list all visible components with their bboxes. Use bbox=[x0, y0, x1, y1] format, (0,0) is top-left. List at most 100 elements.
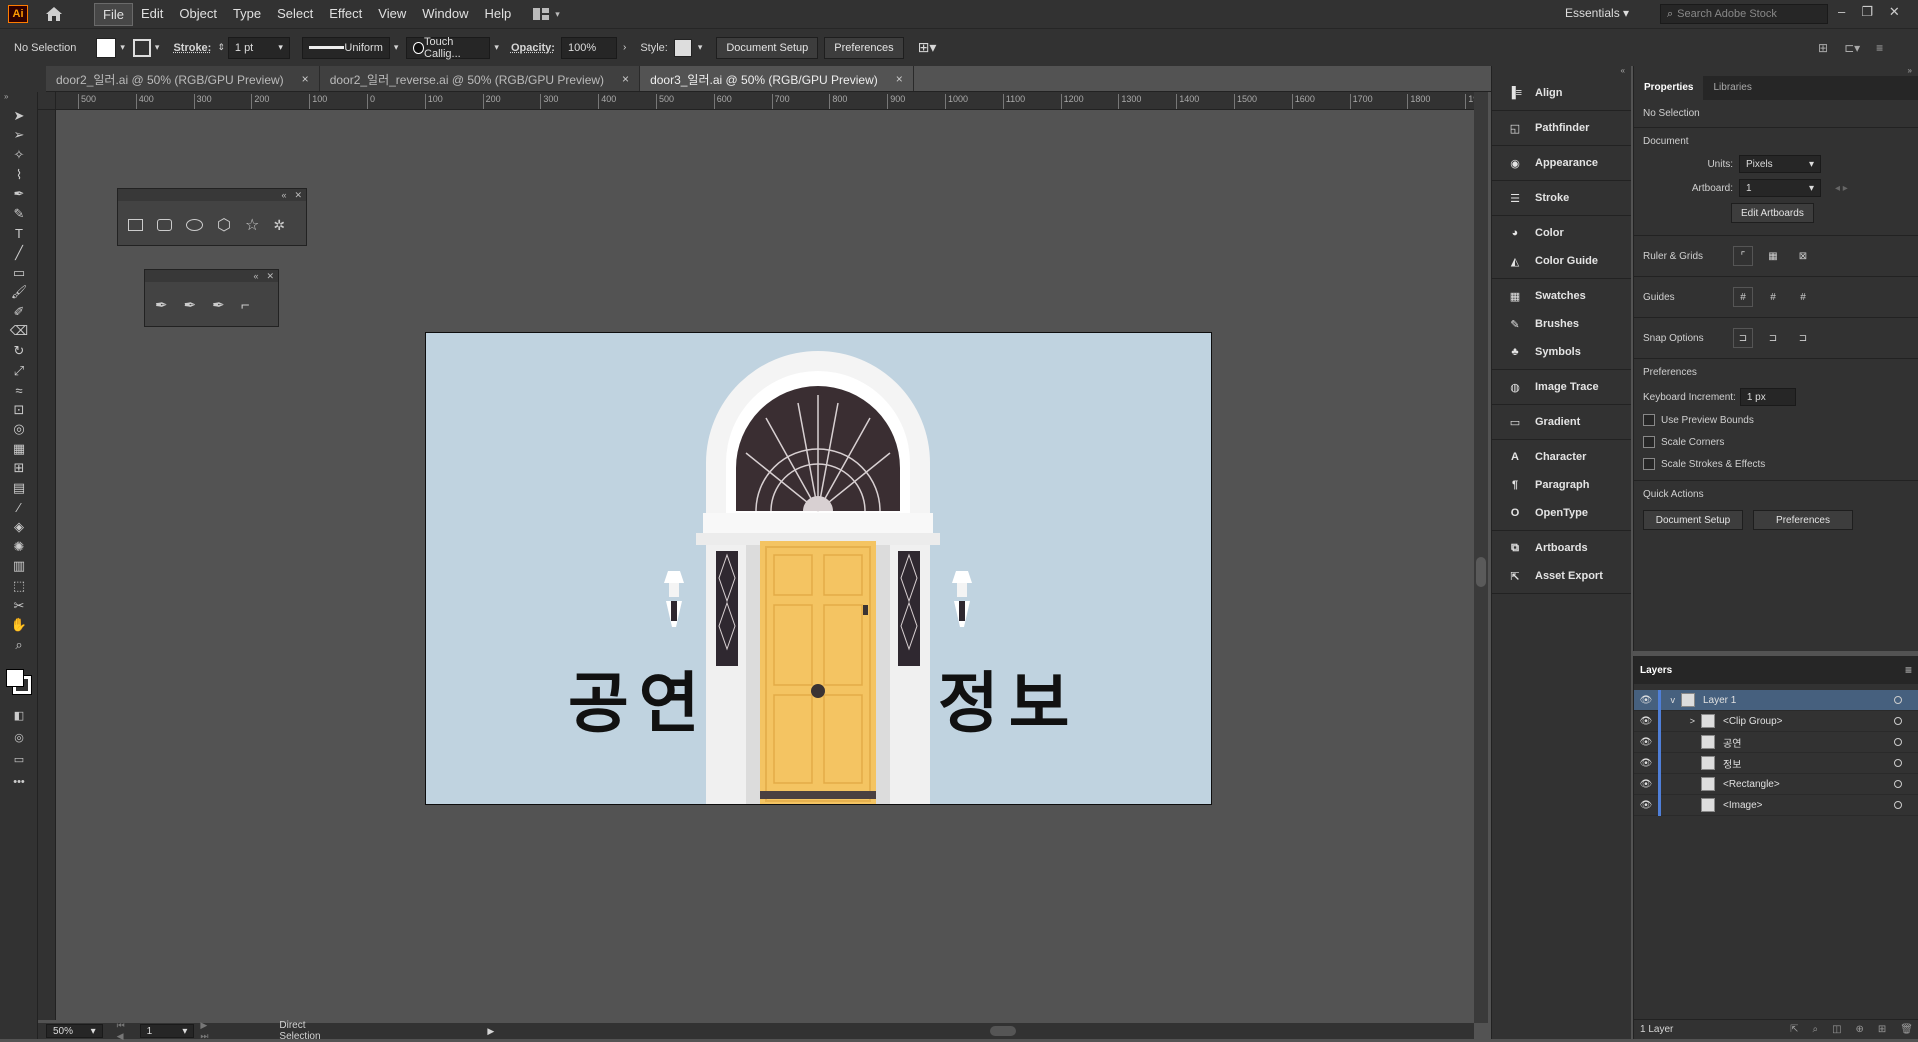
ellipse-tool-icon[interactable] bbox=[186, 219, 203, 231]
stroke-stepper[interactable]: ⇕ bbox=[217, 42, 225, 53]
close-tab-icon[interactable]: × bbox=[622, 72, 629, 86]
panel-character[interactable]: A Character bbox=[1492, 443, 1631, 471]
scroll-thumb[interactable] bbox=[1476, 557, 1486, 587]
panel-symbols[interactable]: ♣ Symbols bbox=[1492, 338, 1631, 366]
slice-tool-icon[interactable]: ✂ bbox=[0, 596, 38, 616]
document-setup-button[interactable]: Document Setup bbox=[716, 36, 819, 59]
snap-to-pixel-icon[interactable]: ⊐ bbox=[1793, 328, 1813, 348]
panel-opentype[interactable]: O OpenType bbox=[1492, 499, 1631, 527]
workspace-switcher[interactable]: Essentials ▾ bbox=[1565, 6, 1629, 20]
brush-definition[interactable]: Touch Callig... bbox=[406, 36, 491, 60]
shape-builder-tool-icon[interactable]: ◎ bbox=[0, 420, 38, 440]
collapse-panel-icon[interactable]: « bbox=[281, 190, 286, 200]
panel-stroke[interactable]: ☰ Stroke bbox=[1492, 184, 1631, 212]
target-circle-icon[interactable] bbox=[1894, 780, 1902, 788]
delete-layer-icon[interactable]: 🗑 bbox=[1900, 1024, 1913, 1035]
panel-align[interactable]: ▐≡ Align bbox=[1492, 79, 1631, 107]
paintbrush-tool-icon[interactable]: 🖌 bbox=[0, 282, 38, 302]
units-dropdown[interactable]: Pixels ▾ bbox=[1739, 155, 1821, 173]
rectangle-tool-icon[interactable]: ▭ bbox=[0, 263, 38, 283]
opacity-label[interactable]: Opacity: bbox=[511, 42, 555, 54]
artboard-text-left[interactable]: 공연 bbox=[568, 650, 709, 746]
panel-menu-icon[interactable]: ≡ bbox=[1876, 41, 1883, 55]
menu-item-edit[interactable]: Edit bbox=[133, 3, 171, 26]
panel-appearance[interactable]: ◉ Appearance bbox=[1492, 149, 1631, 177]
symbol-sprayer-tool-icon[interactable]: ✺ bbox=[0, 537, 38, 557]
new-layer-icon[interactable]: ⊞ bbox=[1878, 1024, 1886, 1035]
isolate-icon[interactable]: ⊏▾ bbox=[1844, 41, 1860, 55]
menu-item-effect[interactable]: Effect bbox=[321, 3, 370, 26]
target-circle-icon[interactable] bbox=[1894, 717, 1902, 725]
clipping-mask-icon[interactable]: ◫ bbox=[1832, 1024, 1841, 1035]
profile-dropdown-icon[interactable]: ▾ bbox=[394, 42, 399, 53]
snap-to-point-icon[interactable]: ⊐ bbox=[1733, 328, 1753, 348]
layer-name[interactable]: <Image> bbox=[1723, 800, 1762, 811]
polygon-tool-icon[interactable]: ⬡ bbox=[217, 215, 231, 235]
close-panel-icon[interactable]: ✕ bbox=[266, 271, 274, 282]
artboard-arrows-icon[interactable]: ◂ ▸ bbox=[1835, 183, 1848, 194]
target-circle-icon[interactable] bbox=[1894, 696, 1902, 704]
minimize-icon[interactable]: – bbox=[1838, 4, 1845, 20]
close-tab-icon[interactable]: × bbox=[302, 72, 309, 86]
stroke-swatch[interactable] bbox=[132, 38, 151, 57]
snap-to-grid-icon[interactable]: ⊐ bbox=[1763, 328, 1783, 348]
visibility-eye-icon[interactable]: 👁 bbox=[1634, 800, 1658, 811]
layer-name[interactable]: <Rectangle> bbox=[1723, 779, 1780, 790]
edit-artboards-button[interactable]: Edit Artboards bbox=[1731, 203, 1814, 223]
grid-icon[interactable]: ▦ bbox=[1763, 246, 1783, 266]
magic-wand-tool-icon[interactable]: ✧ bbox=[0, 145, 38, 165]
curvature-tool-icon[interactable]: ✎ bbox=[0, 204, 38, 224]
menu-item-help[interactable]: Help bbox=[476, 3, 519, 26]
layers-tab[interactable]: Layers bbox=[1640, 665, 1672, 676]
eyedropper-tool-icon[interactable]: ⁄ bbox=[0, 498, 38, 518]
close-tab-icon[interactable]: × bbox=[896, 72, 903, 86]
target-circle-icon[interactable] bbox=[1894, 759, 1902, 767]
close-icon[interactable]: ✕ bbox=[1889, 4, 1900, 20]
opacity-arrow-icon[interactable]: › bbox=[623, 42, 626, 53]
menu-item-view[interactable]: View bbox=[370, 3, 414, 26]
hscroll-thumb[interactable] bbox=[990, 1026, 1017, 1036]
collapse-panel-icon[interactable]: « bbox=[253, 271, 258, 281]
panel-asset-export[interactable]: ⇱ Asset Export bbox=[1492, 562, 1631, 590]
show-guides-icon[interactable]: # bbox=[1733, 287, 1753, 307]
panel-paragraph[interactable]: ¶ Paragraph bbox=[1492, 471, 1631, 499]
artboard-tool-icon[interactable]: ⬚ bbox=[0, 576, 38, 596]
document-tab[interactable]: door3_일러.ai @ 50% (RGB/GPU Preview) × bbox=[640, 66, 914, 92]
menu-item-type[interactable]: Type bbox=[225, 3, 269, 26]
perspective-grid-tool-icon[interactable]: ▦ bbox=[0, 439, 38, 459]
arrange-documents-icon[interactable]: ▾ bbox=[533, 8, 560, 20]
layer-row[interactable]: 👁 <Image> bbox=[1634, 794, 1918, 816]
collapse-dock-icon[interactable]: « bbox=[1492, 66, 1631, 76]
ruler-origin[interactable] bbox=[38, 92, 56, 110]
rotate-tool-icon[interactable]: ↻ bbox=[0, 341, 38, 361]
visibility-eye-icon[interactable]: 👁 bbox=[1634, 758, 1658, 769]
width-tool-icon[interactable]: ≈ bbox=[0, 380, 38, 400]
stock-search[interactable]: ⌕ Search Adobe Stock bbox=[1660, 4, 1828, 24]
collapse-props-icon[interactable]: » bbox=[1634, 66, 1918, 76]
blend-tool-icon[interactable]: ◈ bbox=[0, 517, 38, 537]
document-tab[interactable]: door2_일러_reverse.ai @ 50% (RGB/GPU Previ… bbox=[319, 66, 641, 92]
locate-object-icon[interactable]: ⌕ bbox=[1812, 1024, 1818, 1035]
keyboard-increment-field[interactable]: 1 px bbox=[1739, 388, 1796, 406]
tab-properties[interactable]: Properties bbox=[1634, 76, 1704, 100]
eraser-tool-icon[interactable]: ⌫ bbox=[0, 322, 38, 342]
gradient-tool-icon[interactable]: ▤ bbox=[0, 478, 38, 498]
layers-menu-icon[interactable]: ≡ bbox=[1905, 663, 1912, 677]
use-preview-bounds-checkbox[interactable] bbox=[1643, 414, 1655, 426]
menu-item-select[interactable]: Select bbox=[269, 3, 321, 26]
shaper-tool-icon[interactable]: ✐ bbox=[0, 302, 38, 322]
direct-selection-tool-icon[interactable]: ➢ bbox=[0, 126, 38, 146]
vertical-ruler[interactable] bbox=[38, 110, 56, 1020]
type-tool-icon[interactable]: T bbox=[0, 224, 38, 244]
panel-color[interactable]: ◕ Color bbox=[1492, 219, 1631, 247]
lock-guides-icon[interactable]: # bbox=[1763, 287, 1783, 307]
layer-row[interactable]: 👁 공연 bbox=[1634, 731, 1918, 753]
target-circle-icon[interactable] bbox=[1894, 738, 1902, 746]
menu-item-window[interactable]: Window bbox=[414, 3, 476, 26]
expand-arrow-icon[interactable]: > bbox=[1667, 716, 1701, 726]
document-tab[interactable]: door2_일러.ai @ 50% (RGB/GPU Preview) × bbox=[46, 66, 320, 92]
panel-gradient[interactable]: ▭ Gradient bbox=[1492, 408, 1631, 436]
menu-item-file[interactable]: File bbox=[94, 2, 133, 26]
artboard-number-field[interactable]: 1 ▾ bbox=[139, 1024, 195, 1038]
qa-document-setup-button[interactable]: Document Setup bbox=[1643, 510, 1743, 530]
